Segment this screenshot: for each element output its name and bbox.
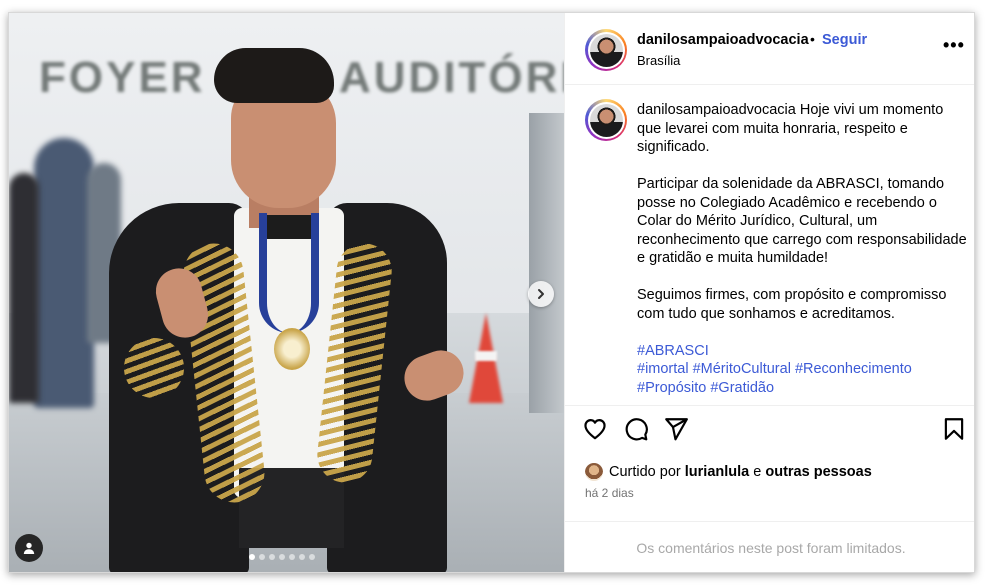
caption-username[interactable]: danilosampaioadvocacia	[637, 102, 796, 118]
caption-hashtags: #ABRASCI #imortal #MéritoCultural #Recon…	[637, 342, 967, 398]
medal-ribbon	[259, 213, 319, 333]
chevron-right-icon	[538, 289, 544, 299]
post-location[interactable]: Brasília	[637, 53, 680, 68]
carousel-dots	[249, 554, 315, 560]
background-person	[34, 138, 94, 408]
follow-button[interactable]: Seguir	[822, 32, 867, 48]
caption-author-avatar[interactable]	[585, 99, 627, 141]
post-actions	[565, 405, 974, 455]
liker-username[interactable]: lurianlula	[685, 464, 749, 480]
post-timestamp[interactable]: há 2 dias	[585, 486, 634, 500]
comments-limited-notice: Os comentários neste post foram limitado…	[565, 521, 974, 572]
likes-conjunction: e	[753, 464, 762, 480]
hashtag-line[interactable]: #Propósito #Gratidão	[637, 379, 967, 398]
liker-avatar[interactable]	[585, 463, 603, 481]
carousel-next-button[interactable]	[528, 281, 554, 307]
traffic-cone-stripe	[475, 351, 497, 361]
photo-subject	[99, 38, 470, 572]
likes-summary: Curtido por lurianlula e outras pessoas	[585, 463, 872, 481]
comment-icon[interactable]	[623, 416, 649, 442]
post-header: danilosampaioadvocacia • Seguir Brasília…	[565, 13, 974, 85]
more-options-icon[interactable]: •••	[943, 35, 965, 56]
caption-paragraph-3: Seguimos firmes, com propósito e comprom…	[637, 287, 947, 322]
heart-icon[interactable]	[582, 416, 608, 442]
carousel-dot	[289, 554, 295, 560]
hashtag-line[interactable]: #ABRASCI	[637, 342, 967, 361]
photo-background-pillar	[529, 113, 564, 413]
user-icon	[23, 542, 35, 554]
author-avatar[interactable]	[585, 29, 627, 71]
post-caption: danilosampaioadvocacia Hoje vivi um mome…	[637, 101, 967, 397]
likes-others-link[interactable]: outras pessoas	[765, 464, 871, 480]
carousel-dot	[259, 554, 265, 560]
carousel-dot	[309, 554, 315, 560]
carousel-dot	[279, 554, 285, 560]
likes-prefix: Curtido por	[609, 464, 681, 480]
post-window: FOYER AUDITÓRIO	[8, 12, 975, 573]
carousel-dot	[269, 554, 275, 560]
hashtag-line[interactable]: #imortal #MéritoCultural #Reconhecimento	[637, 360, 967, 379]
avatar-image	[589, 33, 623, 67]
avatar-image	[589, 103, 623, 137]
author-username[interactable]: danilosampaioadvocacia	[637, 32, 809, 48]
hair	[214, 48, 334, 103]
gold-embroidery-cuff	[124, 338, 184, 398]
post-side-panel: danilosampaioadvocacia • Seguir Brasília…	[564, 13, 974, 572]
caption-section: danilosampaioadvocacia Hoje vivi um mome…	[565, 85, 974, 405]
post-photo[interactable]: FOYER AUDITÓRIO	[9, 13, 564, 572]
carousel-dot	[249, 554, 255, 560]
background-person	[9, 173, 39, 403]
carousel-dot	[299, 554, 305, 560]
header-separator: •	[810, 31, 815, 47]
share-icon[interactable]	[663, 416, 689, 442]
tagged-users-button[interactable]	[15, 534, 43, 562]
bookmark-icon[interactable]	[941, 416, 967, 442]
medal	[274, 328, 310, 370]
caption-paragraph-2: Participar da solenidade da ABRASCI, tom…	[637, 176, 967, 266]
